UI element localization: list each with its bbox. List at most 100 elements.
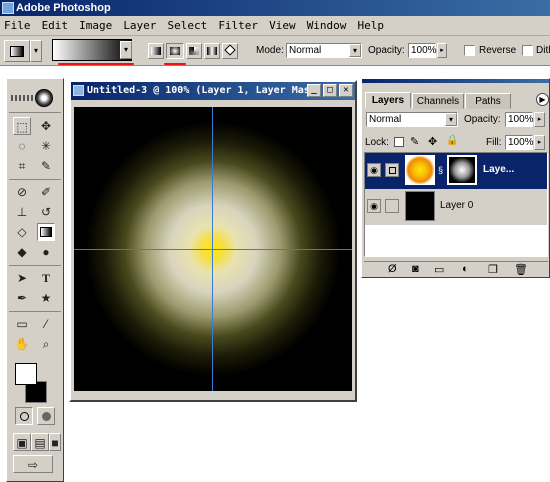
tab-channels[interactable]: Channels [412,93,464,109]
notes-tool-icon[interactable]: ▭ [13,315,31,333]
custom-shape-tool-icon[interactable]: ★ [37,289,55,307]
opacity-input[interactable]: 100% [408,43,437,58]
document-titlebar[interactable]: Untitled-3 @ 100% (Layer 1, Layer Mask) … [71,82,355,100]
layer-row-0[interactable]: ◉ Layer 0 [365,189,547,225]
diamond-gradient-button[interactable] [222,43,238,59]
tool-preset-dropdown[interactable]: ▾ [30,40,42,62]
dither-checkbox[interactable] [522,45,533,56]
app-titlebar: Adobe Photoshop [0,0,550,16]
chain-link-icon[interactable]: § [438,163,444,177]
toolbox-divider [9,311,61,312]
dither-label: Dither [536,45,550,56]
crop-tool-icon[interactable]: ⌗ [13,157,31,175]
maximize-icon[interactable]: □ [323,84,337,97]
toolbox-divider [9,265,61,266]
panel-menu-arrow-icon[interactable]: ▶ [536,93,549,106]
lock-position-icon[interactable]: ✥ [428,135,437,148]
marquee-tool-icon[interactable]: ⬚ [13,117,31,135]
hand-tool-icon[interactable]: ✋ [13,335,31,353]
reverse-checkbox[interactable] [464,45,475,56]
history-brush-tool-icon[interactable]: ↺ [37,203,55,221]
fill-input[interactable]: 100% [505,135,534,150]
move-tool-icon[interactable]: ✥ [37,117,55,135]
foreground-color-swatch[interactable] [15,363,37,385]
layer-opacity-arrow[interactable]: ▸ [534,112,545,127]
angle-gradient-button[interactable] [186,43,202,59]
tab-paths[interactable]: Paths [465,93,511,109]
close-icon[interactable]: ✕ [339,84,353,97]
linear-gradient-button[interactable] [148,43,164,59]
layer-link-slot[interactable] [385,199,399,213]
lock-image-icon[interactable]: ✎ [410,135,419,148]
chevron-down-icon: ▾ [445,113,457,126]
lasso-tool-icon[interactable]: ◌ [13,137,31,155]
mode-select[interactable]: Normal ▾ [286,43,362,58]
tab-layers[interactable]: Layers [365,92,411,108]
minimize-icon[interactable]: _ [307,84,321,97]
visibility-eye-icon[interactable]: ◉ [367,163,381,177]
gradient-tool-icon [10,46,24,57]
new-layer-icon[interactable]: ❐ [488,263,498,276]
add-mask-icon[interactable]: ◙ [412,263,419,275]
chevron-down-icon: ▾ [349,44,361,57]
mode-value: Normal [289,45,322,56]
full-screen-menu-mode-icon[interactable]: ▤ [31,433,49,451]
opacity-slider-arrow[interactable]: ▸ [437,43,447,58]
pen-tool-icon[interactable]: ✒ [13,289,31,307]
eraser-tool-icon[interactable]: ◇ [13,223,31,241]
brush-tool-icon[interactable]: ✐ [37,183,55,201]
standard-mode-icon[interactable] [15,407,33,425]
image-canvas[interactable] [74,107,352,391]
annotation-gradient-underline [58,63,134,65]
menu-layer[interactable]: Layer [119,19,160,32]
magic-wand-tool-icon[interactable]: ✳ [37,137,55,155]
gradient-tool-button[interactable] [37,223,55,241]
layer-row-1[interactable]: ◉ § Laye... [365,153,547,189]
jump-to-imageready-icon[interactable]: ⇨ [13,455,53,473]
blur-tool-icon[interactable]: ◆ [13,243,31,261]
adjustment-layer-icon[interactable]: ◐ [462,263,469,275]
standard-screen-mode-icon[interactable]: ▣ [13,433,31,451]
eyedropper-tool-icon[interactable]: ⁄ [37,315,55,333]
menu-edit[interactable]: Edit [38,19,73,32]
layer-thumbnail [405,155,435,185]
layer-style-icon[interactable]: Ø [388,263,397,275]
app-title: Adobe Photoshop [16,2,111,14]
path-selection-tool-icon[interactable]: ➤ [13,269,31,287]
reflected-gradient-icon [207,47,217,55]
reflected-gradient-button[interactable] [204,43,220,59]
quick-mask-mode-icon[interactable] [37,407,55,425]
mask-mode-buttons [15,407,55,425]
layer-opacity-input[interactable]: 100% [505,112,534,127]
lock-transparency-icon[interactable] [394,137,404,147]
clone-stamp-tool-icon[interactable]: ⊥ [13,203,31,221]
new-set-icon[interactable]: ▭ [434,263,444,276]
mask-link-indicator-icon[interactable] [385,163,399,177]
healing-brush-tool-icon[interactable]: ⊘ [13,183,31,201]
menu-help[interactable]: Help [354,19,389,32]
zoom-tool-icon[interactable]: ⌕ [37,335,55,353]
type-tool-icon[interactable]: T [37,269,55,287]
tool-preset-picker[interactable] [4,40,30,62]
visibility-eye-icon[interactable]: ◉ [367,199,381,213]
full-screen-mode-icon[interactable]: ■ [49,433,61,451]
menu-file[interactable]: File [0,19,35,32]
menu-select[interactable]: Select [164,19,212,32]
angle-gradient-icon [189,47,199,55]
horizontal-guide[interactable] [74,249,352,250]
layer-mask-thumbnail[interactable] [447,155,477,185]
options-bar: ▾ ▾ Mode: Normal ▾ Opacity: 100% ▸ Rever… [0,36,550,66]
radial-gradient-button[interactable] [166,43,184,59]
gradient-dropdown-arrow[interactable]: ▾ [120,41,132,59]
menu-image[interactable]: Image [75,19,116,32]
fill-arrow[interactable]: ▸ [534,135,545,150]
menu-view[interactable]: View [265,19,300,32]
menu-filter[interactable]: Filter [214,19,262,32]
document-title: Untitled-3 @ 100% (Layer 1, Layer Mask) [87,85,322,96]
slice-tool-icon[interactable]: ✎ [37,157,55,175]
dodge-tool-icon[interactable]: ● [37,243,55,261]
lock-all-icon[interactable]: 🔒 [446,135,458,146]
menu-window[interactable]: Window [303,19,351,32]
delete-layer-icon[interactable]: 🗑 [514,263,528,276]
blend-mode-select[interactable]: Normal ▾ [366,112,458,127]
